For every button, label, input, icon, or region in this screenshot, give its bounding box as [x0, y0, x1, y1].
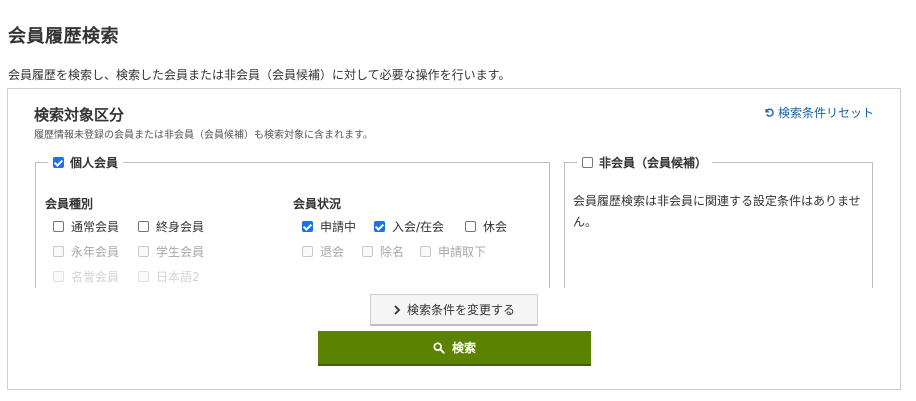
member-status-checkbox[interactable] — [362, 246, 373, 257]
member-status-title: 会員状況 — [293, 197, 342, 211]
member-status-checkbox[interactable] — [420, 246, 431, 257]
search-icon — [433, 341, 445, 354]
member-type-option-label: 通常会員 — [71, 220, 120, 234]
member-type-option-label: 日本語2 — [156, 270, 200, 284]
member-type-option-label: 名誉会員 — [71, 270, 120, 284]
individual-member-checkbox[interactable] — [53, 157, 64, 168]
member-type-checkbox[interactable] — [53, 246, 64, 257]
page-title: 会員履歴検索 — [8, 26, 119, 47]
member-type-checkbox[interactable] — [53, 221, 64, 232]
member-status-option[interactable]: 退会 — [302, 243, 344, 260]
member-type-checkbox[interactable] — [53, 271, 64, 282]
undo-icon — [764, 107, 775, 118]
member-status-checkbox[interactable] — [302, 246, 313, 257]
member-status-checkbox[interactable] — [302, 221, 313, 232]
member-status-option-label: 休会 — [483, 220, 508, 234]
member-status-option[interactable]: 入会/在会 — [374, 218, 444, 235]
member-status-option-label: 申請中 — [320, 220, 357, 234]
member-type-checkbox[interactable] — [138, 246, 149, 257]
member-type-option[interactable]: 終身会員 — [138, 218, 204, 235]
member-status-option-label: 入会/在会 — [392, 220, 445, 234]
member-type-option-label: 永年会員 — [71, 245, 120, 259]
member-type-option[interactable]: 名誉会員 — [53, 268, 119, 285]
nonmember-fieldset: 非会員（会員候補） 会員履歴検索は非会員に関連する設定条件はありません。 — [564, 154, 873, 288]
member-type-option[interactable]: 永年会員 — [53, 243, 119, 260]
member-status-option[interactable]: 除名 — [362, 243, 404, 260]
search-target-panel: 検索対象区分 履歴情報未登録の会員または非会員（会員候補）も検索対象に含まれます… — [7, 88, 901, 390]
nonmember-checkbox[interactable] — [582, 157, 593, 168]
individual-member-label: 個人会員 — [70, 156, 119, 170]
member-type-checkbox[interactable] — [138, 221, 149, 232]
search-button[interactable]: 検索 — [318, 331, 591, 366]
panel-title: 検索対象区分 — [34, 106, 125, 124]
member-status-option[interactable]: 申請取下 — [420, 243, 486, 260]
reset-conditions-label: 検索条件リセット — [777, 106, 874, 120]
member-type-option-label: 終身会員 — [156, 220, 205, 234]
chevron-right-icon — [393, 304, 401, 315]
member-type-option-label: 学生会員 — [156, 245, 205, 259]
member-type-option[interactable]: 通常会員 — [53, 218, 119, 235]
member-status-checkbox[interactable] — [374, 221, 385, 232]
member-status-checkbox[interactable] — [465, 221, 476, 232]
member-type-option[interactable]: 日本語2 — [138, 268, 200, 285]
nonmember-message: 会員履歴検索は非会員に関連する設定条件はありません。 — [573, 194, 861, 229]
panel-note: 履歴情報未登録の会員または非会員（会員候補）も検索対象に含まれます。 — [34, 130, 373, 141]
member-type-checkbox[interactable] — [138, 271, 149, 282]
member-status-option-label: 除名 — [380, 245, 405, 259]
search-button-label: 検索 — [451, 341, 476, 355]
member-status-option[interactable]: 申請中 — [302, 218, 356, 235]
member-status-option[interactable]: 休会 — [465, 218, 507, 235]
nonmember-legend[interactable]: 非会員（会員候補） — [577, 154, 713, 171]
individual-member-fieldset: 個人会員 会員種別 通常会員 終身会員 永年会員 学生会員 名誉会員 日本語2 … — [35, 154, 550, 288]
change-conditions-label: 検索条件を変更する — [406, 303, 515, 317]
individual-member-legend[interactable]: 個人会員 — [48, 154, 124, 171]
member-type-option[interactable]: 学生会員 — [138, 243, 204, 260]
member-status-option-label: 退会 — [320, 245, 345, 259]
page-description: 会員履歴を検索し、検索した会員または非会員（会員候補）に対して必要な操作を行いま… — [8, 68, 511, 82]
nonmember-label: 非会員（会員候補） — [599, 156, 708, 170]
reset-conditions-link[interactable]: 検索条件リセット — [764, 104, 874, 121]
member-type-title: 会員種別 — [45, 197, 94, 211]
member-status-option-label: 申請取下 — [438, 245, 487, 259]
change-conditions-button[interactable]: 検索条件を変更する — [370, 294, 538, 326]
